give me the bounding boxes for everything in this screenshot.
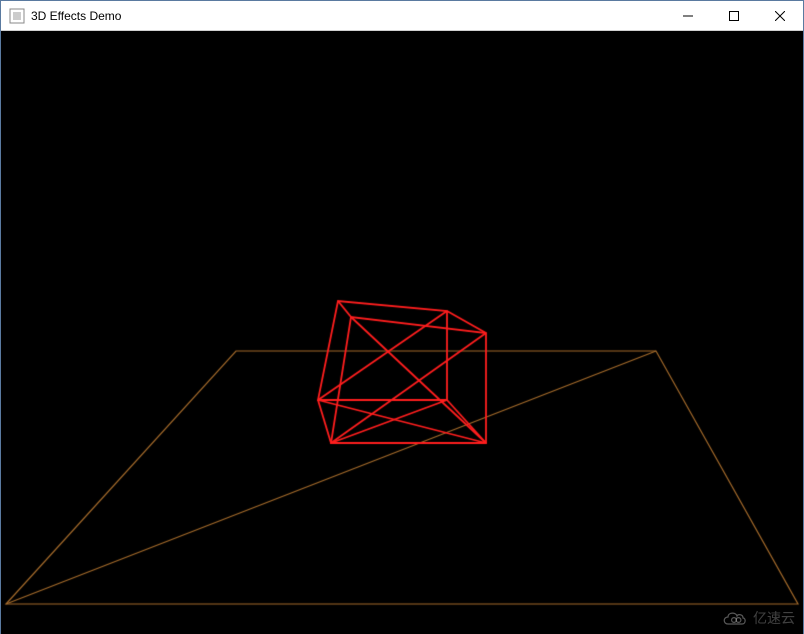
viewport[interactable]: 亿速云 bbox=[1, 31, 803, 634]
minimize-button[interactable] bbox=[665, 1, 711, 30]
titlebar[interactable]: 3D Effects Demo bbox=[1, 1, 803, 31]
window-controls bbox=[665, 1, 803, 30]
close-button[interactable] bbox=[757, 1, 803, 30]
application-window: 3D Effects Demo 亿速云 bbox=[0, 0, 804, 634]
app-icon bbox=[9, 8, 25, 24]
window-title: 3D Effects Demo bbox=[31, 1, 121, 31]
scene-canvas[interactable] bbox=[1, 31, 803, 634]
maximize-button[interactable] bbox=[711, 1, 757, 30]
